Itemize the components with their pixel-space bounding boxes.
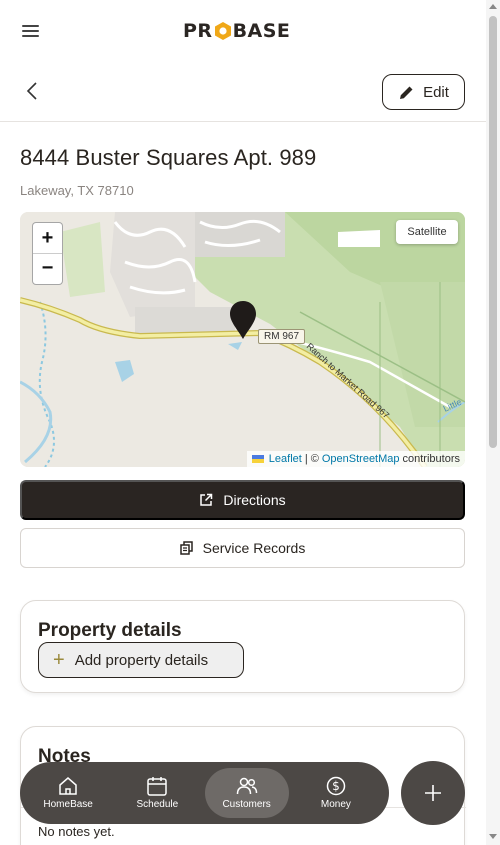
nav-item-money[interactable]: $ Money	[294, 768, 378, 818]
directions-button[interactable]: Directions	[20, 480, 465, 520]
road-shield-label: RM 967	[258, 329, 306, 344]
property-details-title: Property details	[38, 620, 182, 641]
nav-label-schedule: Schedule	[136, 799, 179, 810]
svg-text:$: $	[332, 779, 340, 793]
property-map[interactable]: Ranch to Market Road 967 Little + − Sate…	[20, 212, 465, 467]
property-city-line: Lakeway, TX 78710	[20, 183, 134, 198]
page-scrollbar[interactable]	[486, 0, 500, 845]
nav-label-money: Money	[320, 799, 351, 810]
menu-icon[interactable]	[20, 22, 42, 40]
osm-link[interactable]: OpenStreetMap	[322, 453, 400, 465]
nav-label-homebase: HomeBase	[43, 799, 93, 810]
property-details-card: Property details + Add property details	[20, 600, 465, 693]
edit-label: Edit	[423, 83, 449, 101]
property-address: 8444 Buster Squares Apt. 989	[20, 145, 317, 170]
calendar-icon	[147, 777, 168, 796]
zoom-out-button[interactable]: −	[33, 253, 62, 283]
map-marker-icon[interactable]	[229, 300, 257, 340]
logo-text-left: PR	[183, 20, 213, 42]
no-notes-text: No notes yet.	[38, 824, 115, 839]
plus-icon	[425, 785, 441, 801]
zoom-control: + −	[32, 222, 63, 285]
leaflet-link[interactable]: Leaflet	[269, 453, 302, 465]
users-icon	[236, 777, 257, 795]
scrollbar-thumb[interactable]	[489, 16, 497, 448]
edit-button[interactable]: Edit	[382, 74, 465, 110]
plus-icon: +	[53, 649, 65, 671]
documents-icon	[179, 541, 193, 555]
ukraine-flag-icon	[251, 455, 264, 463]
sub-header: Edit	[0, 62, 486, 122]
nav-item-schedule[interactable]: Schedule	[115, 768, 199, 818]
service-records-button[interactable]: Service Records	[20, 528, 465, 568]
add-fab-button[interactable]	[401, 761, 465, 825]
zoom-in-button[interactable]: +	[33, 223, 62, 253]
logo-hex-icon	[214, 21, 232, 41]
probase-logo: PR BASE	[183, 18, 290, 44]
add-property-details-label: Add property details	[74, 651, 209, 669]
home-icon	[59, 777, 77, 795]
logo-text-right: BASE	[232, 20, 291, 42]
app-header: PR BASE	[0, 0, 500, 62]
external-link-icon	[200, 493, 213, 506]
directions-label: Directions	[223, 492, 286, 508]
nav-item-customers[interactable]: Customers	[204, 768, 289, 818]
add-property-details-button[interactable]: + Add property details	[38, 642, 244, 678]
attribution-separator: | ©	[304, 453, 319, 465]
dollar-icon: $	[326, 776, 346, 796]
map-attribution: Leaflet | © OpenStreetMap contributors	[246, 451, 465, 467]
pencil-icon	[400, 86, 413, 99]
satellite-toggle-button[interactable]: Satellite	[396, 220, 458, 244]
bottom-nav: HomeBase Schedule Customers $ Money	[20, 762, 389, 824]
attribution-contributors: contributors	[402, 453, 460, 465]
service-records-label: Service Records	[202, 540, 306, 556]
nav-item-homebase[interactable]: HomeBase	[26, 768, 110, 818]
nav-label-customers: Customers	[222, 799, 271, 810]
back-icon[interactable]	[22, 80, 44, 102]
